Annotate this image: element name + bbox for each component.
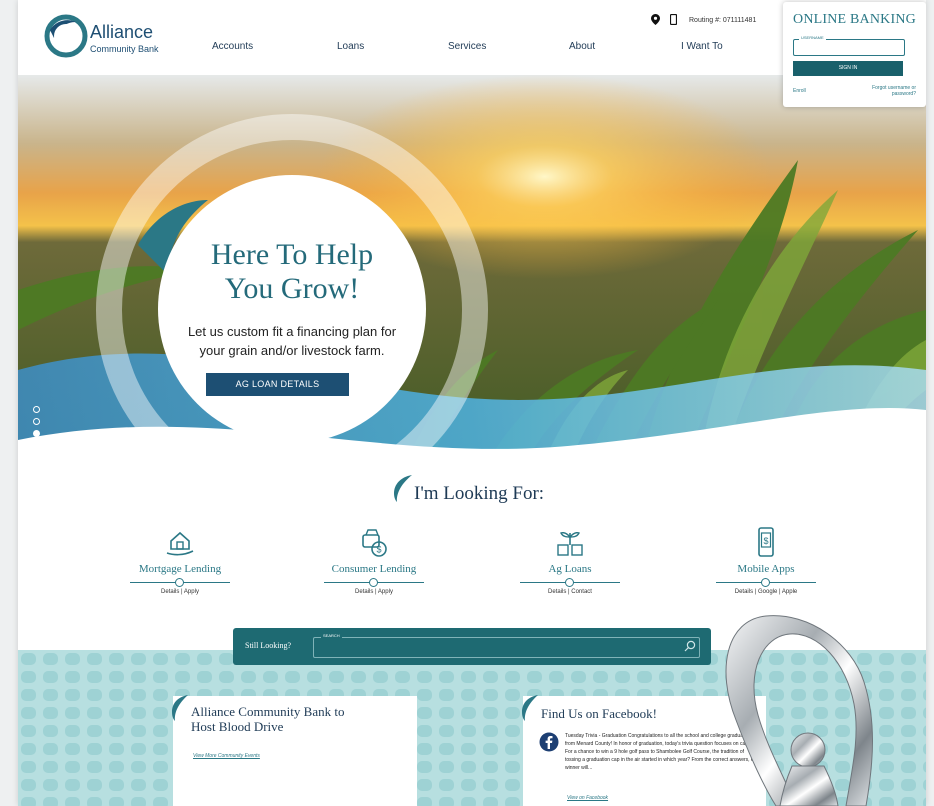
- logo-subtitle: Community Bank: [90, 44, 159, 54]
- svg-text:$: $: [377, 545, 382, 555]
- swoosh-icon: [172, 695, 188, 721]
- category-divider: [520, 578, 620, 587]
- nav-loans[interactable]: Loans: [337, 41, 364, 52]
- hero-banner: Here To Help You Grow! Let us custom fit…: [18, 70, 926, 480]
- category-mortgage-lending[interactable]: Mortgage Lending Details | Apply: [100, 525, 260, 595]
- slide-dot-1[interactable]: [33, 406, 40, 413]
- logo-name: Alliance: [90, 22, 154, 42]
- logo-mark-icon: [44, 14, 88, 58]
- looking-for-title: I'm Looking For:: [414, 483, 545, 504]
- hero-subtitle-line1: Let us custom fit a financing plan for: [187, 324, 397, 339]
- nav-about[interactable]: About: [569, 41, 595, 52]
- category-name: Ag Loans: [548, 563, 592, 575]
- nav-accounts[interactable]: Accounts: [212, 41, 253, 52]
- award-trophy-image: [725, 615, 873, 806]
- view-on-facebook-link[interactable]: View on Facebook: [567, 795, 608, 801]
- category-name: Mobile Apps: [737, 563, 795, 575]
- swoosh-icon: [394, 475, 412, 502]
- svg-text:$: $: [764, 536, 769, 546]
- mobile-dollar-icon: $: [758, 527, 774, 557]
- category-name: Consumer Lending: [331, 563, 417, 575]
- bank-logo[interactable]: Alliance Community Bank: [44, 14, 184, 60]
- swoosh-icon: [522, 695, 538, 721]
- facebook-icon[interactable]: [539, 732, 559, 752]
- car-money-icon: $: [362, 529, 387, 557]
- news-card: Alliance Community Bank to Host Blood Dr…: [172, 695, 417, 806]
- ag-loan-details-button[interactable]: AG LOAN DETAILS: [206, 373, 349, 396]
- news-title: Alliance Community Bank to Host Blood Dr…: [191, 704, 344, 734]
- hero-subtitle-line2: your grain and/or livestock farm.: [199, 343, 385, 358]
- news-title-line2: Host Blood Drive: [191, 719, 284, 734]
- house-hand-icon: [166, 531, 194, 556]
- category-links[interactable]: Details | Contact: [490, 589, 650, 595]
- search-icon[interactable]: [684, 640, 696, 652]
- online-banking-title: ONLINE BANKING: [793, 12, 916, 27]
- sign-in-button[interactable]: SIGN IN: [793, 61, 903, 76]
- hero-title-line1: Here To Help: [210, 238, 374, 271]
- username-input[interactable]: [793, 39, 905, 56]
- category-divider: [324, 578, 424, 587]
- site-search-bar: Still Looking? SEARCH: [233, 628, 711, 665]
- slide-dot-4[interactable]: [33, 442, 40, 449]
- facebook-title: Find Us on Facebook!: [541, 706, 657, 721]
- category-consumer-lending[interactable]: $ Consumer Lending Details | Apply: [294, 525, 454, 595]
- slide-dot-3-active[interactable]: [33, 430, 40, 437]
- category-divider: [716, 578, 816, 587]
- hero-title-line2: You Grow!: [224, 272, 360, 305]
- plant-barn-icon: [557, 531, 583, 556]
- online-banking-panel: ONLINE BANKING USERNAME SIGN IN Enroll F…: [783, 2, 926, 107]
- hero-background: [18, 70, 926, 480]
- search-input[interactable]: [313, 637, 700, 658]
- more-events-link[interactable]: View More Community Events: [193, 753, 260, 759]
- category-name: Mortgage Lending: [138, 563, 222, 575]
- category-ag-loans[interactable]: Ag Loans Details | Contact: [490, 525, 650, 595]
- phone-icon[interactable]: [670, 14, 677, 25]
- search-prompt: Still Looking?: [245, 641, 291, 650]
- category-links[interactable]: Details | Apply: [100, 589, 260, 595]
- location-pin-icon[interactable]: [651, 14, 660, 25]
- category-divider: [130, 578, 230, 587]
- search-field-label: SEARCH: [321, 633, 342, 638]
- hero-title: Here To Help You Grow!: [158, 238, 426, 306]
- forgot-credentials-link[interactable]: Forgot username or password?: [866, 85, 916, 97]
- news-title-line1: Alliance Community Bank to: [191, 704, 345, 719]
- category-links[interactable]: Details | Google | Apple: [686, 589, 846, 595]
- hero-subtitle: Let us custom fit a financing plan for y…: [152, 322, 432, 360]
- category-mobile-apps[interactable]: $ Mobile Apps Details | Google | Apple: [686, 525, 846, 595]
- nav-services[interactable]: Services: [448, 41, 486, 52]
- hero-circle: [158, 175, 426, 443]
- nav-i-want-to[interactable]: I Want To: [681, 41, 723, 52]
- routing-number: Routing #: 071111481: [689, 17, 757, 24]
- username-label: USERNAME: [799, 35, 826, 40]
- category-links[interactable]: Details | Apply: [294, 589, 454, 595]
- enroll-link[interactable]: Enroll: [793, 88, 806, 94]
- browser-page: Here To Help You Grow! Let us custom fit…: [18, 0, 926, 806]
- slide-dot-2[interactable]: [33, 418, 40, 425]
